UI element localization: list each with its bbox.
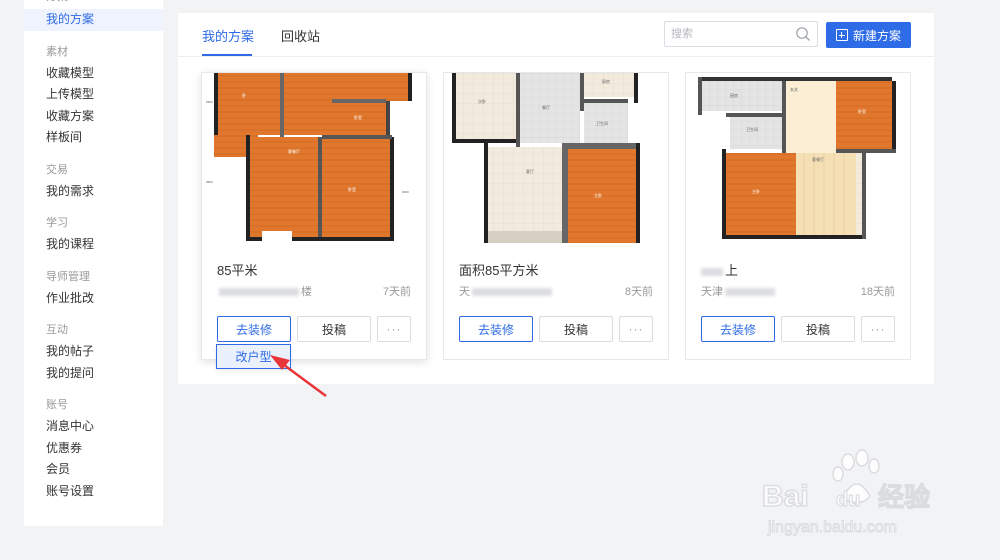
sidebar-group-title: 方案 [46,0,68,8]
decorate-button[interactable]: 去装修 [217,316,291,342]
sidebar: 方案 我的方案 素材 收藏模型 上传模型 收藏方案 样板间 交易 我的需求 学习… [24,0,163,526]
sidebar-item-showrooms[interactable]: 样板间 [24,127,163,149]
card-meta-text: 楼 [301,286,312,298]
floorplan-image: 卧 客餐厅 卧室 卧室 2500 3600 3000 [206,73,412,241]
svg-text:卧室: 卧室 [858,108,866,114]
svg-text:经验: 经验 [878,482,930,513]
svg-text:次卧: 次卧 [478,98,486,104]
tab-active-indicator [202,54,252,56]
sidebar-item-grading[interactable]: 作业批改 [24,288,163,310]
sidebar-item-membership[interactable]: 会员 [24,459,163,481]
card-meta: 天 [459,283,554,299]
tab-recycle-bin[interactable]: 回收站 [281,26,320,45]
sidebar-item-messages[interactable]: 消息中心 [24,416,163,438]
sidebar-item-my-questions[interactable]: 我的提问 [24,363,163,385]
svg-text:卫生间: 卫生间 [596,120,608,126]
svg-text:2500: 2500 [206,100,213,104]
card-title: 上 [701,260,738,279]
submit-button[interactable]: 投稿 [539,316,613,342]
plan-card[interactable]: 次卧餐厅 厨房卫生间客厅 主卧 面积85平方米 天 8天前 去装修 投稿 ··· [443,72,669,360]
svg-text:玄关: 玄关 [790,86,798,92]
decorate-button[interactable]: 去装修 [701,316,775,342]
sidebar-group-title: 账号 [46,399,68,411]
card-meta-text: 天 [459,286,470,298]
svg-text:主卧: 主卧 [752,188,760,194]
plan-card[interactable]: 卧 客餐厅 卧室 卧室 2500 3600 3000 85平米 楼 7天前 去装修 … [201,72,427,360]
tabs-bar: 我的方案 回收站 新建方案 [178,13,934,57]
svg-text:jingyan.baidu.com: jingyan.baidu.com [767,519,897,536]
svg-text:客餐厅: 客餐厅 [288,148,300,154]
sidebar-item-my-courses[interactable]: 我的课程 [24,234,163,256]
card-title: 85平米 [217,263,258,278]
card-time: 8天前 [624,286,653,298]
sidebar-group-title: 学习 [46,217,68,229]
submit-button[interactable]: 投稿 [297,316,371,342]
watermark-logo: Bai du 经验 jingyan.baidu.com [761,449,931,537]
sidebar-item-upload-models[interactable]: 上传模型 [24,84,163,106]
svg-text:du: du [836,489,860,511]
search-input[interactable] [671,25,791,43]
blurred-text [219,288,299,297]
card-meta: 楼 [217,283,312,299]
new-plan-button[interactable]: 新建方案 [826,22,911,48]
blurred-text [472,288,552,297]
floorplan-image: 次卧餐厅 厨房卫生间客厅 主卧 [452,73,640,243]
plan-card[interactable]: 厨房 玄关卫生间客餐厅 卧室 主卧 上 天津 18天前 去装修 投稿 ··· [685,72,911,360]
sidebar-group-title: 互动 [46,324,68,336]
sidebar-item-fav-models[interactable]: 收藏模型 [24,63,163,85]
card-meta: 天津 [701,283,777,299]
floorplan-thumbnail[interactable]: 次卧餐厅 厨房卫生间客厅 主卧 [444,73,668,243]
blurred-text [725,288,775,297]
sidebar-group-title: 素材 [46,45,68,58]
sidebar-group-title: 导师管理 [46,270,90,283]
svg-text:卧室: 卧室 [354,114,362,120]
svg-text:餐厅: 餐厅 [542,104,550,110]
new-plan-label: 新建方案 [852,28,901,43]
search-box[interactable] [664,21,818,47]
card-meta-text: 天津 [701,286,723,298]
svg-text:3600: 3600 [206,180,213,184]
svg-text:3000: 3000 [402,190,409,194]
sidebar-item-my-requests[interactable]: 我的需求 [24,181,163,203]
tab-my-plans[interactable]: 我的方案 [202,26,254,45]
more-button[interactable]: ··· [861,316,895,342]
card-time: 18天前 [860,286,895,298]
card-title: 面积85平方米 [459,263,539,278]
svg-text:Bai: Bai [762,480,809,513]
floorplan-image: 厨房 玄关卫生间客餐厅 卧室 主卧 [698,77,896,239]
more-button[interactable]: ··· [619,316,653,342]
svg-text:主卧: 主卧 [594,192,602,198]
more-button[interactable]: ··· [377,316,411,342]
sidebar-item-my-plans[interactable]: 我的方案 [24,9,163,31]
svg-text:厨房: 厨房 [602,78,610,84]
svg-text:厨房: 厨房 [730,92,738,98]
svg-text:卫生间: 卫生间 [746,126,758,132]
card-title-text: 上 [725,263,739,278]
decorate-button[interactable]: 去装修 [459,316,533,342]
svg-text:卧: 卧 [242,92,246,98]
search-icon[interactable] [795,26,811,42]
sidebar-item-my-posts[interactable]: 我的帖子 [24,341,163,363]
svg-text:客厅: 客厅 [526,168,534,174]
sidebar-item-coupons[interactable]: 优惠券 [24,438,163,460]
svg-text:客餐厅: 客餐厅 [812,156,824,162]
main-panel: 我的方案 回收站 新建方案 [178,13,934,384]
sidebar-group-title: 交易 [46,163,68,176]
sidebar-item-fav-plans[interactable]: 收藏方案 [24,106,163,128]
floorplan-thumbnail[interactable]: 厨房 玄关卫生间客餐厅 卧室 主卧 [686,73,910,243]
floorplan-thumbnail[interactable]: 卧 客餐厅 卧室 卧室 2500 3600 3000 [202,73,426,243]
blurred-text [701,267,723,276]
submit-button[interactable]: 投稿 [781,316,855,342]
change-layout-menu-item[interactable]: 改户型 [216,344,291,369]
svg-text:卧室: 卧室 [348,186,356,192]
sidebar-item-account-settings[interactable]: 账号设置 [24,481,163,503]
plus-square-icon [835,29,848,41]
card-time: 7天前 [382,286,411,298]
